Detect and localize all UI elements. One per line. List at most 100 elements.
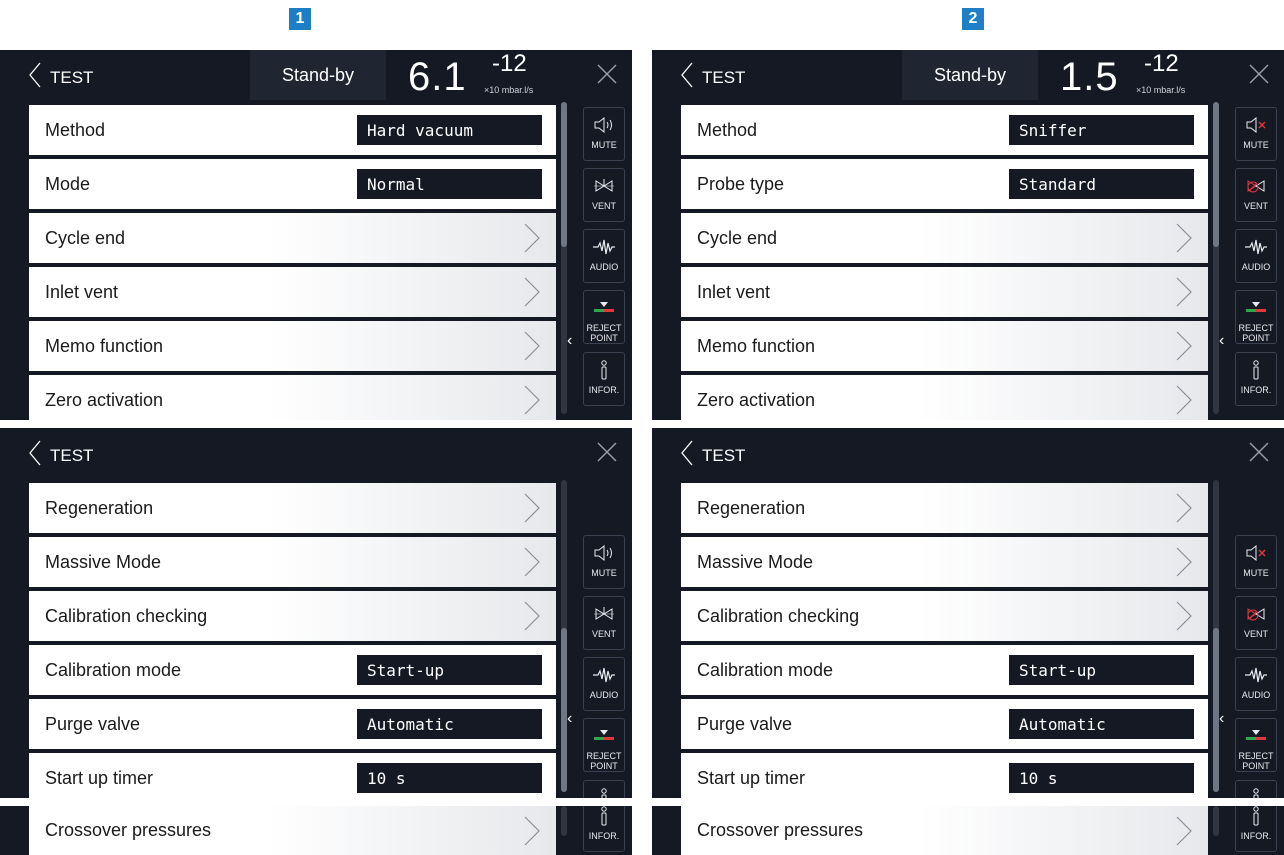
chevron-left-icon[interactable]: ‹ <box>567 332 572 350</box>
vent-button[interactable]: VENT <box>1235 596 1277 650</box>
info-button[interactable]: INFOR. <box>1235 806 1277 852</box>
chevron-right-icon <box>523 601 541 636</box>
menu-row[interactable]: Purge valve Automatic <box>29 699 556 749</box>
reject-point-icon <box>1244 297 1268 319</box>
menu-row-label: Regeneration <box>697 497 806 518</box>
menu-row-value[interactable]: Hard vacuum <box>357 115 542 145</box>
info-button[interactable]: INFOR. <box>1235 352 1277 406</box>
menu-row[interactable]: Massive Mode <box>681 537 1208 587</box>
chevron-right-icon <box>1175 277 1193 312</box>
menu-row-value[interactable]: 10 s <box>1009 763 1194 793</box>
audio-button[interactable]: AUDIO <box>583 657 625 711</box>
reject-point-button[interactable]: REJECT POINT <box>1235 718 1277 772</box>
back-label: TEST <box>50 445 94 465</box>
reject-point-button-label: REJECT POINT <box>586 323 622 343</box>
audio-button[interactable]: AUDIO <box>1235 229 1277 283</box>
menu-row[interactable]: Calibration checking <box>681 591 1208 641</box>
reject-point-icon <box>592 725 616 747</box>
scrollbar-thumb[interactable] <box>561 102 567 247</box>
reject-point-button[interactable]: REJECT POINT <box>583 290 625 344</box>
menu-row[interactable]: Zero activation <box>29 375 556 420</box>
menu-row[interactable]: Massive Mode <box>29 537 556 587</box>
close-icon[interactable] <box>1248 63 1270 90</box>
menu-row[interactable]: Zero activation <box>681 375 1208 420</box>
info-button[interactable]: INFOR. <box>583 806 625 852</box>
menu-row-value[interactable]: Standard <box>1009 169 1194 199</box>
waveform-icon <box>592 236 616 258</box>
menu-row[interactable]: Method Hard vacuum <box>29 105 556 155</box>
menu-row[interactable]: Mode Normal <box>29 159 556 209</box>
leak-rate-value: 6.1 <box>408 55 467 99</box>
menu-row[interactable]: Purge valve Automatic <box>681 699 1208 749</box>
mute-button[interactable]: MUTE <box>583 107 625 161</box>
menu-row-value[interactable]: Automatic <box>357 709 542 739</box>
menu-row-label: Massive Mode <box>45 551 162 572</box>
menu-row[interactable]: Method Sniffer <box>681 105 1208 155</box>
mute-button[interactable]: MUTE <box>1235 107 1277 161</box>
back-button[interactable]: TEST <box>680 440 745 471</box>
menu-row[interactable]: Start up timer 10 s <box>29 753 556 798</box>
menu-row[interactable]: Calibration checking <box>29 591 556 641</box>
reject-point-button[interactable]: REJECT POINT <box>583 718 625 772</box>
panel-1-strip: Crossover pressures INFOR. <box>0 806 632 855</box>
menu-row[interactable]: Calibration mode Start-up <box>29 645 556 695</box>
menu-row[interactable]: Crossover pressures <box>29 806 556 855</box>
close-icon[interactable] <box>1248 441 1270 468</box>
mute-button[interactable]: MUTE <box>583 535 625 589</box>
menu-row-value[interactable]: Start-up <box>357 655 542 685</box>
menu-row[interactable]: Probe type Standard <box>681 159 1208 209</box>
scrollbar[interactable] <box>1213 806 1219 836</box>
info-icon <box>597 359 611 381</box>
scrollbar-thumb[interactable] <box>1213 102 1219 247</box>
close-icon[interactable] <box>596 63 618 90</box>
reject-point-button[interactable]: REJECT POINT <box>1235 290 1277 344</box>
menu-row-value[interactable]: Start-up <box>1009 655 1194 685</box>
scrollbar[interactable] <box>561 480 567 792</box>
header-bar: TEST Stand-by 1.5 -12 ×10 mbar.l/s <box>652 50 1284 100</box>
menu-row[interactable]: Start up timer 10 s <box>681 753 1208 798</box>
info-button[interactable]: INFOR. <box>583 780 625 798</box>
menu-row[interactable]: Crossover pressures <box>681 806 1208 855</box>
menu-row[interactable]: Regeneration <box>29 483 556 533</box>
menu-row[interactable]: Cycle end <box>29 213 556 263</box>
scrollbar[interactable] <box>561 806 567 836</box>
back-button[interactable]: TEST <box>28 440 93 471</box>
audio-button[interactable]: AUDIO <box>1235 657 1277 711</box>
menu-row[interactable]: Inlet vent <box>29 267 556 317</box>
chevron-left-icon[interactable]: ‹ <box>1219 332 1224 350</box>
info-button[interactable]: INFOR. <box>583 352 625 406</box>
vent-button[interactable]: VENT <box>583 168 625 222</box>
menu-row[interactable]: Inlet vent <box>681 267 1208 317</box>
leak-rate-exponent: -12 <box>492 50 527 77</box>
mute-button[interactable]: MUTE <box>1235 535 1277 589</box>
vent-valve-icon <box>593 603 615 625</box>
back-button[interactable]: TEST <box>680 62 745 93</box>
audio-button[interactable]: AUDIO <box>583 229 625 283</box>
menu-row-value[interactable]: 10 s <box>357 763 542 793</box>
chevron-left-icon <box>28 440 50 471</box>
scrollbar[interactable] <box>1213 480 1219 792</box>
back-button[interactable]: TEST <box>28 62 93 93</box>
info-button[interactable]: INFOR. <box>1235 780 1277 798</box>
menu-row-value[interactable]: Sniffer <box>1009 115 1194 145</box>
chevron-right-icon <box>523 331 541 366</box>
menu-row[interactable]: Memo function <box>681 321 1208 371</box>
menu-row[interactable]: Memo function <box>29 321 556 371</box>
menu-row[interactable]: Calibration mode Start-up <box>681 645 1208 695</box>
vent-button[interactable]: VENT <box>1235 168 1277 222</box>
menu-row-value[interactable]: Automatic <box>1009 709 1194 739</box>
chevron-left-icon[interactable]: ‹ <box>1219 710 1224 728</box>
vent-button[interactable]: VENT <box>583 596 625 650</box>
menu-row-label: Inlet vent <box>45 281 119 302</box>
header-bar: TEST <box>652 428 1284 478</box>
menu-row[interactable]: Regeneration <box>681 483 1208 533</box>
menu-row-value[interactable]: Normal <box>357 169 542 199</box>
chevron-left-icon[interactable]: ‹ <box>567 710 572 728</box>
leak-rate-unit: ×10 mbar.l/s <box>1136 85 1186 95</box>
menu-row[interactable]: Cycle end <box>681 213 1208 263</box>
scrollbar[interactable] <box>561 102 567 414</box>
vent-disabled-icon <box>1245 603 1267 625</box>
scrollbar[interactable] <box>1213 102 1219 414</box>
close-icon[interactable] <box>596 441 618 468</box>
menu-row-label: Probe type <box>697 173 785 194</box>
